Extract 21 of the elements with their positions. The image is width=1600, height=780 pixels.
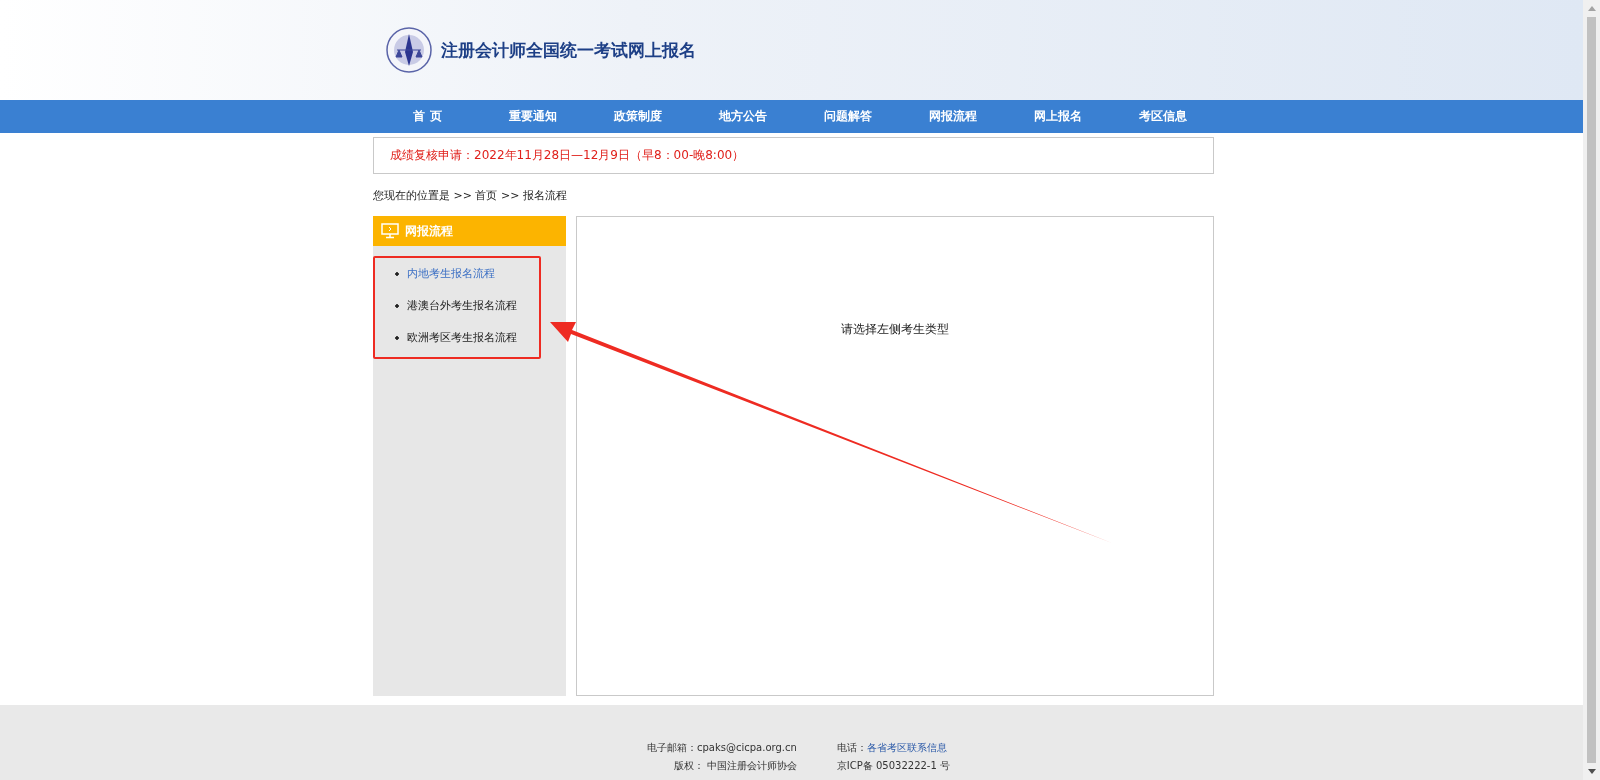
nav-link[interactable]: 政策制度 [585,100,691,133]
prompt-text: 请选择左侧考生类型 [841,321,949,337]
notice-text: 成绩复核申请：2022年11月28日—12月9日（早8：00-晚8:00） [390,147,745,164]
monitor-icon [381,223,399,239]
footer-text: 京ICP备 05032222-1 号 [836,759,951,773]
nav-link[interactable]: 网上报名 [1005,100,1111,133]
scrollbar[interactable] [1583,0,1600,780]
nav-link[interactable]: 地方公告 [690,100,796,133]
logo-icon [385,26,433,74]
nav-link[interactable]: 重要通知 [480,100,586,133]
nav-link[interactable]: 问题解答 [795,100,901,133]
nav-link[interactable]: 网报流程 [900,100,1006,133]
nav-link[interactable]: 首 页 [375,100,481,133]
footer-text: 版权： 中国注册会计师协会 [672,759,797,773]
site-title: 注册会计师全国统一考试网上报名 [441,38,696,62]
footer-text: 电子邮箱：cpaks@cicpa.org.cn [647,741,797,755]
breadcrumb: 您现在的位置是 >> 首页 >> 报名流程 [373,188,568,204]
footer-label: 电话： [836,742,867,753]
sidebar-title: 网报流程 [405,222,453,240]
contact-link[interactable]: 各省考区联系信息 [866,742,947,753]
nav-link[interactable]: 考区信息 [1110,100,1216,133]
